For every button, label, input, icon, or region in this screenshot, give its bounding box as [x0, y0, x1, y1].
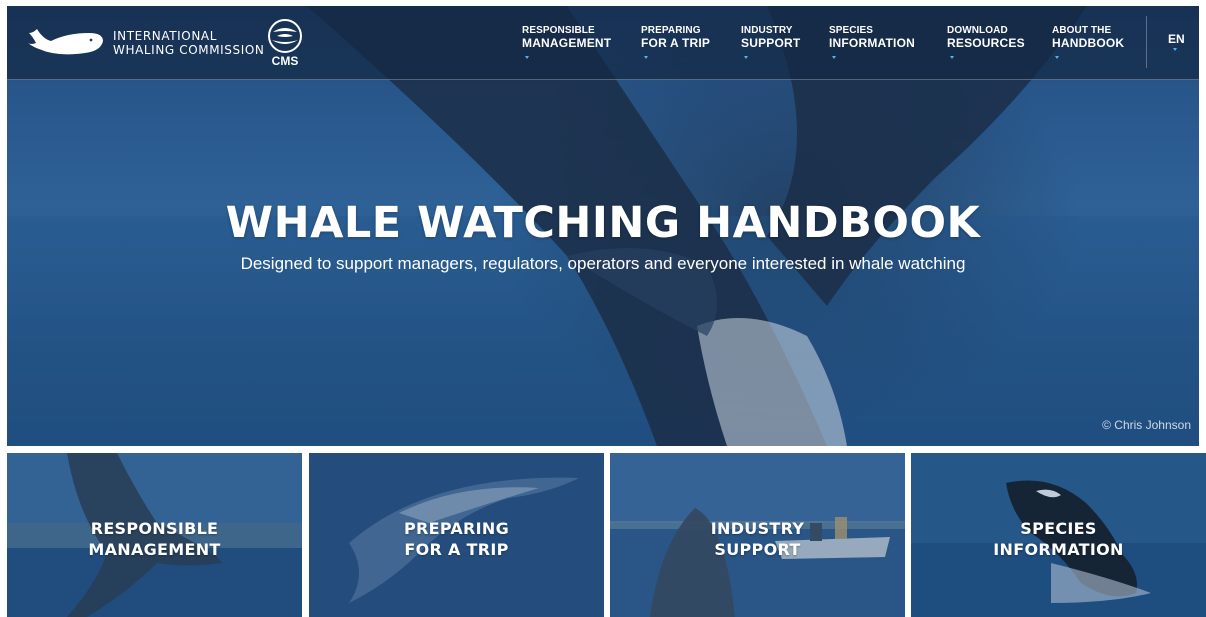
menu-item-preparing-for-a-trip[interactable]: PREPARING FOR A TRIP	[641, 25, 711, 59]
menu-item-line-1: ABOUT THE	[1052, 25, 1112, 36]
dropdown-indicator-icon	[1173, 48, 1177, 51]
language-selector[interactable]: EN	[1168, 32, 1185, 51]
tile-species-information[interactable]: SPECIES INFORMATION	[911, 453, 1206, 617]
tile-label-line-2: MANAGEMENT	[88, 540, 221, 559]
tile-label: RESPONSIBLE MANAGEMENT	[7, 518, 302, 560]
menu-item-line-1: SPECIES	[829, 25, 874, 36]
tile-label-line-2: INFORMATION	[993, 540, 1124, 559]
dropdown-indicator-icon	[744, 56, 748, 59]
tile-label-line-1: PREPARING	[403, 519, 510, 538]
tile-responsible-management[interactable]: RESPONSIBLE MANAGEMENT	[7, 453, 302, 617]
menu-item-line-1: RESPONSIBLE	[522, 25, 595, 36]
language-label: EN	[1168, 32, 1185, 46]
menu-item-download-resources[interactable]: DOWNLOAD RESOURCES	[947, 25, 1025, 59]
nav-divider	[1146, 16, 1147, 68]
menu-item-line-2: MANAGEMENT	[522, 36, 612, 50]
menu-item-line-1: DOWNLOAD	[947, 25, 1008, 36]
tile-industry-support[interactable]: INDUSTRY SUPPORT	[610, 453, 905, 617]
dropdown-indicator-icon	[644, 56, 648, 59]
dropdown-indicator-icon	[525, 56, 529, 59]
photo-credit: © Chris Johnson	[1102, 418, 1191, 432]
hero-subtitle: Designed to support managers, regulators…	[240, 254, 966, 273]
menu-item-line-1: PREPARING	[641, 25, 701, 36]
page: INTERNATIONAL WHALING COMMISSION CMS RES…	[7, 6, 1206, 617]
hero-banner: INTERNATIONAL WHALING COMMISSION CMS RES…	[7, 6, 1199, 446]
dropdown-indicator-icon	[950, 56, 954, 59]
menu-item-species-information[interactable]: SPECIES INFORMATION	[829, 25, 915, 59]
tile-label-line-1: SPECIES	[1020, 519, 1097, 538]
tile-label: INDUSTRY SUPPORT	[610, 518, 905, 560]
menu-item-line-1: INDUSTRY	[741, 25, 793, 36]
menu-item-line-2: FOR A TRIP	[641, 36, 711, 50]
tile-label: SPECIES INFORMATION	[911, 518, 1206, 560]
section-tiles: RESPONSIBLE MANAGEMENT PREPARING FOR A T…	[7, 453, 1206, 617]
tile-label: PREPARING FOR A TRIP	[309, 518, 604, 560]
top-navigation-bar: INTERNATIONAL WHALING COMMISSION CMS RES…	[7, 6, 1199, 80]
menu-item-about-the-handbook[interactable]: ABOUT THE HANDBOOK	[1052, 25, 1125, 59]
tile-label-line-2: SUPPORT	[714, 540, 801, 559]
menu-item-line-2: HANDBOOK	[1052, 36, 1125, 50]
menu-item-line-2: RESOURCES	[947, 36, 1025, 50]
menu-item-line-2: INFORMATION	[829, 36, 915, 50]
tile-label-line-1: RESPONSIBLE	[90, 519, 219, 538]
menu-item-line-2: SUPPORT	[741, 36, 801, 50]
tile-label-line-1: INDUSTRY	[710, 519, 805, 538]
menu-item-industry-support[interactable]: INDUSTRY SUPPORT	[741, 25, 801, 59]
main-menu: RESPONSIBLE MANAGEMENT PREPARING FOR A T…	[7, 25, 1199, 65]
hero-title: WHALE WATCHING HANDBOOK	[225, 198, 981, 248]
menu-item-responsible-management[interactable]: RESPONSIBLE MANAGEMENT	[522, 25, 612, 59]
dropdown-indicator-icon	[1055, 56, 1059, 59]
dropdown-indicator-icon	[832, 56, 836, 59]
tile-preparing-for-a-trip[interactable]: PREPARING FOR A TRIP	[309, 453, 604, 617]
tile-label-line-2: FOR A TRIP	[404, 540, 509, 559]
